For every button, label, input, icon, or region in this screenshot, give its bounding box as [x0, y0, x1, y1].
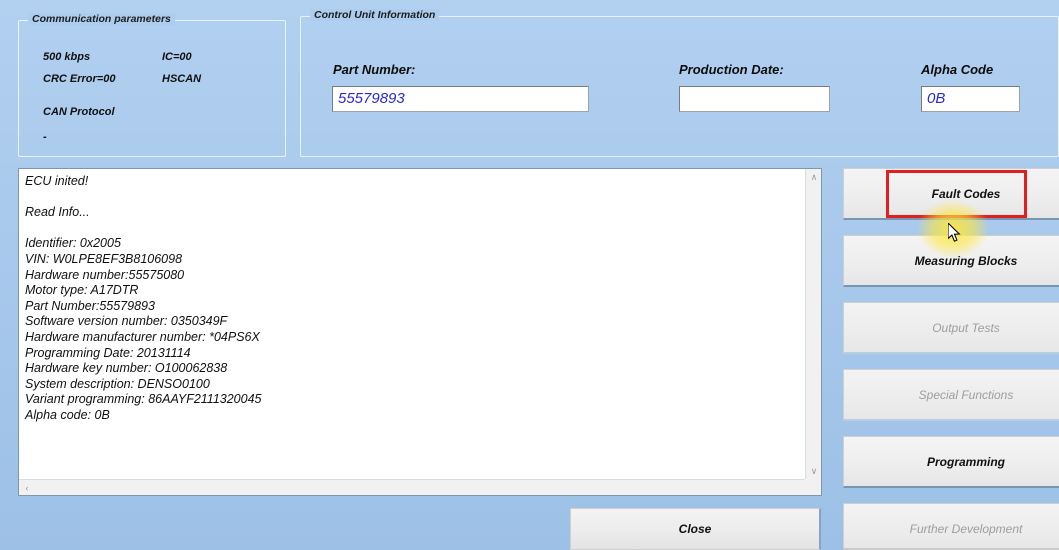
comm-baudrate-value: 500 kbps — [43, 51, 91, 63]
production-date-input[interactable] — [679, 86, 830, 112]
measuring-blocks-button[interactable]: Measuring Blocks — [843, 235, 1059, 287]
special-functions-button[interactable]: Special Functions — [843, 369, 1059, 421]
control-unit-information-title: Control Unit Information — [310, 9, 440, 21]
comm-ic-value: IC=00 — [162, 51, 192, 63]
alpha-code-label: Alpha Code — [921, 62, 994, 77]
programming-button[interactable]: Programming — [843, 436, 1059, 488]
ecu-log-pane[interactable]: ECU inited! Read Info... Identifier: 0x2… — [18, 168, 822, 496]
ecu-log-text: ECU inited! Read Info... Identifier: 0x2… — [25, 174, 262, 422]
part-number-label: Part Number: — [333, 62, 416, 77]
comm-crc-error-value: CRC Error=00 — [43, 73, 116, 85]
log-vertical-scrollbar[interactable]: ∧ ∨ — [805, 169, 821, 479]
scroll-left-icon[interactable]: ‹ — [19, 480, 35, 495]
close-button[interactable]: Close — [570, 508, 821, 550]
output-tests-button[interactable]: Output Tests — [843, 302, 1059, 354]
production-date-label: Production Date: — [679, 62, 784, 77]
log-horizontal-scrollbar[interactable]: ‹ — [19, 479, 805, 495]
further-development-button[interactable]: Further Development — [843, 503, 1059, 550]
comm-protocol-label: CAN Protocol — [43, 106, 115, 118]
fault-codes-button[interactable]: Fault Codes — [843, 168, 1059, 220]
communication-parameters-panel: Communication parameters 500 kbps IC=00 … — [18, 13, 286, 157]
alpha-code-input[interactable]: 0B — [921, 86, 1020, 112]
comm-protocol-value: - — [43, 131, 47, 143]
part-number-input[interactable]: 55579893 — [332, 86, 589, 112]
scroll-down-icon[interactable]: ∨ — [806, 463, 821, 479]
communication-parameters-title: Communication parameters — [28, 13, 175, 25]
scrollbar-corner — [805, 479, 821, 495]
comm-bus-value: HSCAN — [162, 73, 202, 85]
scroll-up-icon[interactable]: ∧ — [806, 169, 821, 185]
